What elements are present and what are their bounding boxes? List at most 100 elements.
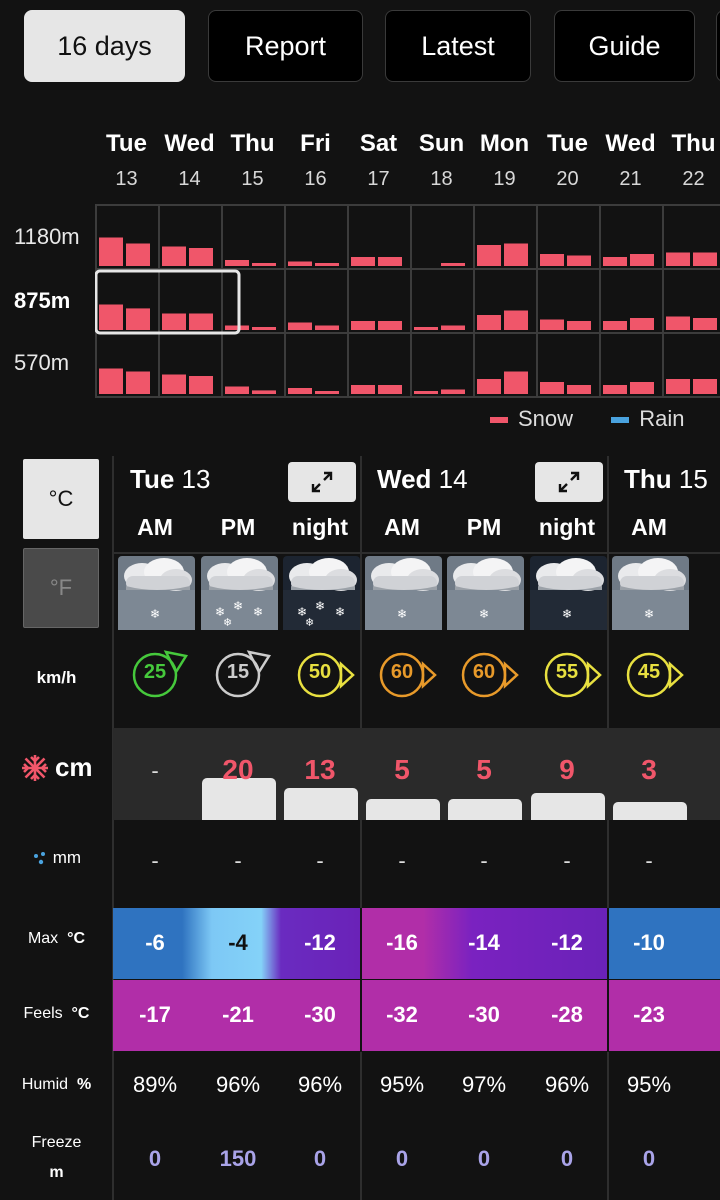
expand-button[interactable]: [535, 462, 603, 502]
overview-day-header[interactable]: Wed 14: [158, 130, 221, 191]
day-name: Sat: [359, 130, 398, 157]
svg-text:❄: ❄: [644, 607, 654, 621]
overview-day-header[interactable]: Fri 16: [284, 130, 347, 191]
tab-guide[interactable]: Guide: [554, 10, 695, 82]
overview-day-header[interactable]: Sat 17: [347, 130, 410, 191]
svg-text:❄: ❄: [562, 607, 572, 621]
day-title-wed: Wed 14: [377, 464, 468, 494]
day-title-thu: Thu 15: [624, 464, 708, 494]
max-temp: -14: [468, 930, 500, 955]
fahrenheit-button[interactable]: °F: [23, 548, 99, 628]
day-name: Mon: [479, 130, 530, 157]
snow-bar: [126, 243, 150, 266]
snow-amount: 13: [304, 754, 336, 785]
overview-day-header[interactable]: Thu 22: [662, 130, 720, 191]
snow-bar: [441, 325, 465, 330]
wind-speed: 60: [472, 661, 496, 683]
legend-rain: Rain: [639, 406, 685, 431]
overview-day-header[interactable]: Mon 19: [473, 130, 536, 191]
elevation-label-bottom[interactable]: 570m: [14, 350, 69, 376]
max-label: Max °C: [27, 930, 86, 947]
snow-swatch: [490, 417, 508, 424]
svg-text:❄: ❄: [233, 599, 243, 613]
wind-cell: 50: [279, 646, 361, 704]
tab-16-days[interactable]: 16 days: [24, 10, 185, 82]
elevation-label-mid[interactable]: 875m: [14, 288, 70, 314]
humidity: 97%: [461, 1072, 507, 1097]
period-label: night: [538, 514, 596, 540]
rain-swatch: [611, 417, 630, 424]
snow-bar: [540, 319, 564, 330]
wind-unit-label: km/h: [36, 668, 77, 687]
snow-amount: 9: [559, 754, 575, 785]
day-date: 20: [556, 168, 579, 190]
snow-bar: [162, 374, 186, 394]
day-name: Wed: [164, 130, 215, 157]
overview-day-header[interactable]: Sun 18: [410, 130, 473, 191]
snow-amount: 3: [641, 754, 657, 785]
overview-chart: Tue 13 Wed 14 Thu 15 Fri 16 Sat 17 Sun 18 Mon 19 Tue 20…: [0, 120, 720, 440]
snow-bar: [630, 382, 654, 394]
snow-amount: 20: [222, 754, 254, 785]
day-name: Thu: [230, 130, 275, 157]
feels-temp: -17: [139, 1002, 171, 1027]
snow-bar: [441, 389, 465, 394]
snow-amount-bar: [448, 799, 522, 820]
snow-bar: [252, 263, 276, 266]
tab-latest[interactable]: Latest: [385, 10, 531, 82]
wind-cell: 25: [114, 646, 196, 704]
day-date: 14: [178, 168, 201, 190]
snow-bar: [441, 263, 465, 266]
snow-bar: [567, 385, 591, 394]
freezing-level: 0: [560, 1146, 574, 1171]
humidity: 89%: [132, 1072, 178, 1097]
tab-more[interactable]: [716, 10, 720, 82]
snow-bar: [351, 257, 375, 266]
period-label: PM: [466, 514, 502, 540]
overview-day-header[interactable]: Wed 21: [599, 130, 662, 191]
svg-text:❄: ❄: [315, 599, 325, 613]
snow-unit: cm: [54, 752, 93, 782]
snow-bar: [126, 308, 150, 330]
snow-bar: [540, 382, 564, 394]
snow-cloud-icon: ❄: [118, 556, 195, 630]
overview-day-header[interactable]: Thu 15: [221, 130, 284, 191]
forecast-table: °C °F Tue 13 Wed 14 Thu 15 AM PM night AM PM…: [0, 456, 720, 1200]
overview-day-header[interactable]: Tue 20: [536, 130, 599, 191]
snow-bar: [666, 316, 690, 330]
snow-amount: 5: [476, 754, 492, 785]
freeze-label: Freeze m: [31, 1134, 82, 1181]
snow-bar: [99, 368, 123, 394]
snow-bar: [414, 391, 438, 394]
snowflake-icon: [22, 754, 49, 781]
freezing-level: 0: [148, 1146, 162, 1171]
wind-speed: 60: [390, 661, 414, 683]
expand-button[interactable]: [288, 462, 356, 502]
tab-report[interactable]: Report: [208, 10, 363, 82]
max-temp: -12: [304, 930, 336, 955]
snow-bar: [162, 246, 186, 266]
rain-amount: -: [563, 848, 571, 873]
snow-bar: [630, 318, 654, 330]
feels-temp: -30: [468, 1002, 500, 1027]
humidity: 95%: [379, 1072, 425, 1097]
feels-temp: -32: [386, 1002, 418, 1027]
day-name: Thu: [671, 130, 716, 157]
snow-bar: [540, 254, 564, 266]
celsius-button[interactable]: °C: [23, 459, 99, 539]
svg-text:❄: ❄: [150, 607, 160, 621]
snow-grid[interactable]: [95, 204, 720, 398]
humidity: 96%: [544, 1072, 590, 1097]
elevation-label-top[interactable]: 1180m: [14, 224, 80, 250]
wind-speed: 25: [143, 661, 167, 683]
weather-cell: ❄: [447, 556, 524, 630]
day-name: Sun: [418, 130, 465, 157]
rain-amount: -: [480, 848, 488, 873]
expand-icon: [558, 471, 580, 493]
freezing-level: 0: [477, 1146, 491, 1171]
snow-bar: [504, 310, 528, 330]
tab-bar: 16 days Report Latest Guide: [0, 10, 720, 84]
overview-day-header[interactable]: Tue 13: [95, 130, 158, 191]
snow-bar: [693, 252, 717, 266]
day-title-tue: Tue 13: [130, 464, 211, 494]
